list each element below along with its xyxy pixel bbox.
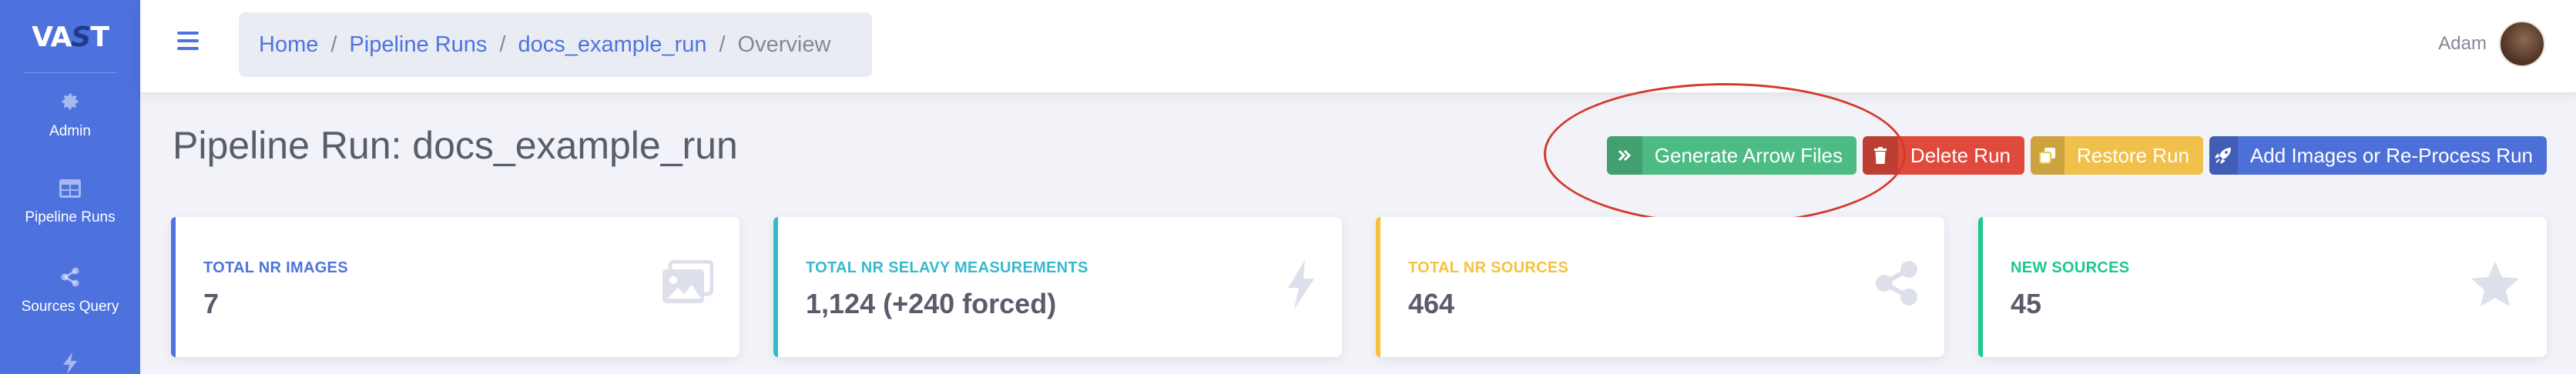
- share-icon: [61, 267, 79, 287]
- user-name: Adam: [2438, 33, 2487, 54]
- breadcrumb-separator: /: [330, 32, 337, 57]
- double-chevron-right-icon: [1607, 136, 1642, 175]
- sidebar-item-label: Admin: [49, 123, 91, 139]
- generate-arrow-files-button[interactable]: Generate Arrow Files: [1607, 136, 1857, 175]
- sidebar-item-sources-query[interactable]: Sources Query: [0, 266, 140, 316]
- restore-run-button[interactable]: Restore Run: [2031, 136, 2203, 175]
- stat-card-measurements: Total Nr Selavy Measurements 1,124 (+240…: [773, 217, 1342, 357]
- stat-card-caption: Total Nr Selavy Measurements: [806, 259, 1088, 276]
- breadcrumb-home[interactable]: Home: [259, 32, 318, 58]
- share-icon: [1876, 261, 1917, 306]
- sidebar-toggle-button[interactable]: [177, 32, 199, 55]
- stat-card-caption: Total Nr Sources: [1408, 259, 1569, 276]
- bolt-icon: [63, 352, 77, 374]
- button-label: Add Images or Re-Process Run: [2249, 143, 2533, 167]
- stat-card-caption: Total Nr Images: [203, 259, 348, 276]
- bolt-icon: [1288, 260, 1314, 309]
- breadcrumb: Home / Pipeline Runs / docs_example_run …: [239, 12, 872, 77]
- brand-logo[interactable]: VAST: [0, 14, 140, 60]
- avatar: [2499, 21, 2545, 67]
- breadcrumb-current: Overview: [737, 32, 831, 57]
- stat-card-value: 45: [2011, 288, 2042, 319]
- stat-card-value: 7: [203, 288, 220, 319]
- stat-card-value: 464: [1408, 288, 1455, 319]
- sidebar-item-pipeline-runs[interactable]: Pipeline Runs: [0, 179, 140, 226]
- stat-card-value: 1,124 (+240 forced): [806, 288, 1057, 319]
- breadcrumb-separator: /: [499, 32, 506, 57]
- trash-icon: [1863, 136, 1898, 175]
- delete-run-button[interactable]: Delete Run: [1863, 136, 2024, 175]
- breadcrumb-run[interactable]: docs_example_run: [518, 32, 706, 58]
- button-label: Generate Arrow Files: [1654, 143, 1843, 167]
- star-icon: [2471, 262, 2519, 306]
- add-images-button[interactable]: Add Images or Re-Process Run: [2209, 136, 2547, 175]
- stat-card-sources: Total Nr Sources 464: [1376, 217, 1944, 357]
- gear-icon: [62, 93, 79, 110]
- sidebar-item-measurements[interactable]: [0, 352, 140, 374]
- stat-card-images: Total Nr Images 7: [171, 217, 740, 357]
- sidebar-item-label: Sources Query: [21, 299, 119, 315]
- copy-icon: [2031, 136, 2065, 175]
- topbar: Home / Pipeline Runs / docs_example_run …: [140, 0, 2576, 92]
- button-label: Delete Run: [1910, 143, 2011, 167]
- stat-card-caption: New Sources: [2011, 259, 2130, 276]
- breadcrumb-pipeline-runs[interactable]: Pipeline Runs: [349, 32, 487, 58]
- sidebar: VAST Admin Pipeline Runs Sources Query: [0, 0, 140, 374]
- sidebar-item-label: Pipeline Runs: [25, 209, 116, 225]
- stat-card-new-sources: New Sources 45: [1978, 217, 2547, 357]
- table-icon: [59, 179, 81, 198]
- user-menu[interactable]: Adam: [2438, 20, 2545, 68]
- sidebar-item-admin[interactable]: Admin: [0, 91, 140, 140]
- hamburger-icon: [177, 32, 199, 35]
- sidebar-divider: [23, 72, 117, 73]
- button-label: Restore Run: [2077, 143, 2189, 167]
- images-icon: [662, 260, 713, 303]
- rocket-icon: [2209, 136, 2238, 175]
- page-title: Pipeline Run: docs_example_run: [173, 124, 738, 167]
- breadcrumb-separator: /: [719, 32, 726, 57]
- brand-text: VAST: [32, 21, 109, 53]
